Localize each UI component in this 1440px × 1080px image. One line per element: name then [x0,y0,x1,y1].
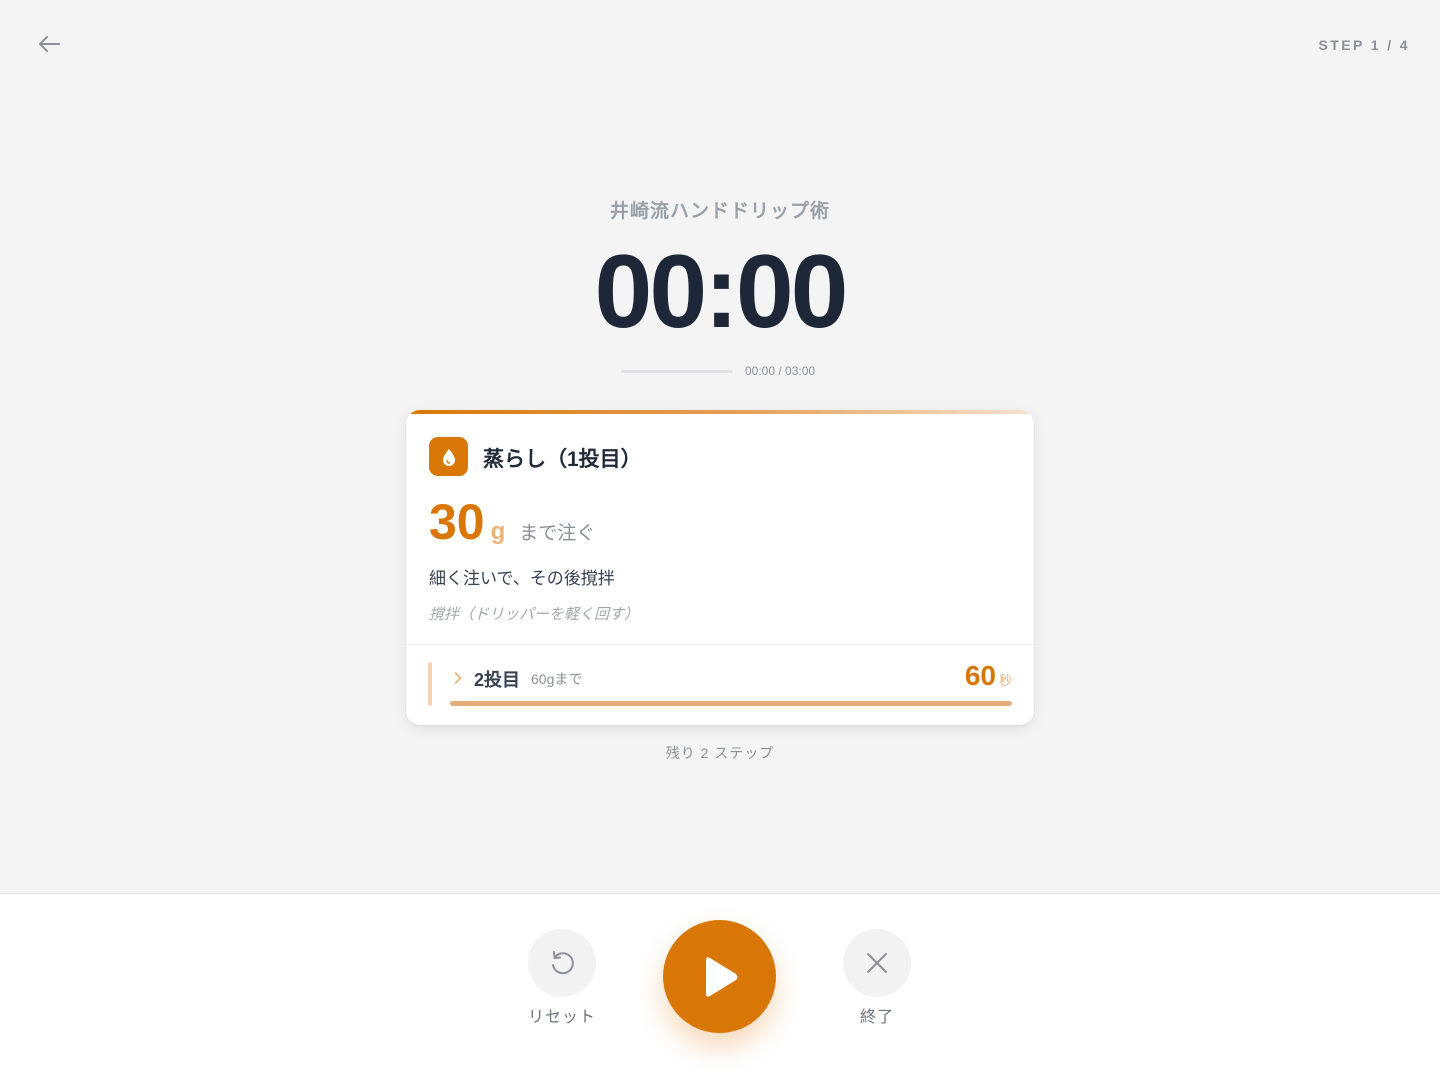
pour-amount-value: 30 [429,494,485,550]
pour-amount-suffix: まで注ぐ [519,523,596,544]
reset-label: リセット [527,1009,596,1026]
end-button[interactable] [843,929,911,997]
end-label: 終了 [859,1009,894,1026]
next-step-marker [428,662,432,706]
step-icon [429,437,468,476]
reset-icon [552,951,574,975]
water-drop-icon [442,448,455,466]
overall-progress-text: 00:00 / 03:00 [745,364,816,378]
overall-progress-track [621,369,733,373]
step-indicator: STEP 1 / 4 [1318,37,1410,53]
timer-screen: STEP 1 / 4 井崎流ハンドドリップ術 00:00 00:00 / 03:… [0,0,1440,893]
pour-amount-unit: g [490,518,506,545]
next-step-time-unit: 秒 [998,673,1012,688]
step-instruction: 細く注いで、その後撹拌 [429,569,615,588]
overall-progress: 00:00 / 03:00 [621,362,815,380]
chevron-right-icon [454,672,462,684]
close-icon [867,953,887,973]
play-icon [705,956,737,997]
next-step-time-value: 60 [964,660,996,691]
card-divider [406,644,1034,645]
current-step-card: 蒸らし（1投目） 30 g まで注ぐ 細く注いで、その後撹拌 撹拌（ドリッパーを… [406,410,1034,725]
next-step-label: 2投目 [474,670,521,690]
play-button[interactable] [663,920,776,1033]
pour-amount: 30 g まで注ぐ [429,494,595,550]
step-title: 蒸らし（1投目） [483,448,642,471]
timer-display: 00:00 [594,234,849,350]
next-step-time: 60 秒 [965,660,1012,692]
control-bar: リセット 終了 [0,893,1440,1080]
card-accent-bar [406,410,1034,414]
next-step-progress-fill [450,701,1012,706]
remaining-steps: 残り 2 ステップ [665,745,775,761]
arrow-left-icon [39,36,60,52]
next-step-detail: 60gまで [531,671,583,687]
step-note: 撹拌（ドリッパーを軽く回す） [429,606,640,623]
next-step-chevron [451,668,465,688]
recipe-name: 井崎流ハンドドリップ術 [609,201,830,222]
back-button[interactable] [30,28,68,60]
reset-button[interactable] [528,929,596,997]
next-step-progress-track [450,701,1012,706]
